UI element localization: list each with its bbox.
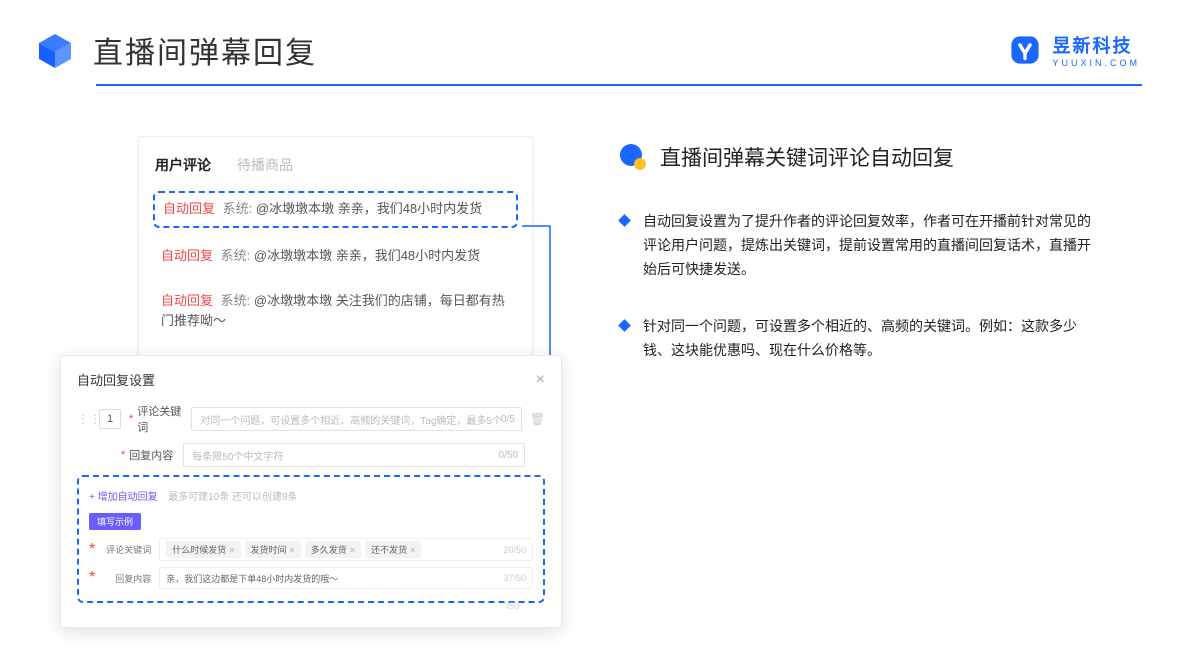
add-hint: 最多可建10条 还可以创建9条	[168, 492, 297, 503]
trailing-count: /50	[77, 601, 545, 611]
diamond-bullet-icon	[618, 320, 631, 333]
delete-icon[interactable]: 🗑	[530, 412, 545, 426]
brand-logo-icon	[1008, 33, 1042, 67]
tags-container: 什么时候发货× 发货时间×多久发货×还不发货×	[166, 541, 425, 558]
page-title: 直播间弹幕回复	[93, 28, 317, 72]
comment-row-highlighted: 自动回复 系统: @冰墩墩本墩 亲亲，我们48小时内发货	[153, 191, 518, 228]
tag-remove-icon[interactable]: ×	[350, 545, 355, 555]
bullet-item: 针对同一个问题，可设置多个相近的、高频的关键词。例如：这款多少钱、这块能优惠吗、…	[620, 315, 1140, 363]
cube-icon	[35, 30, 75, 70]
content-placeholder: 每条限50个中文字符	[192, 448, 283, 463]
keyword-input[interactable]: 对同一个问题，可设置多个相近、高频的关键词，Tag确定，最多5个 0/5	[191, 407, 521, 431]
example-content-row: * 回复内容 亲，我们这边都是下单48小时内发货的哦～ 37/50	[89, 567, 533, 589]
brand-name: 昱新科技	[1052, 32, 1140, 58]
comment-row: 自动回复 系统: @冰墩墩本墩 关注我们的店铺，每日都有热门推荐呦～	[153, 285, 518, 339]
tab-pending-products[interactable]: 待播商品	[237, 155, 293, 175]
auto-reply-badge: 自动回复	[161, 248, 213, 263]
example-label: 填写示例	[89, 513, 141, 530]
modal-title: 自动回复设置	[77, 370, 155, 389]
ex-keyword-count: 20/50	[503, 545, 526, 555]
keyword-label: 评论关键词	[137, 403, 191, 435]
keyword-placeholder: 对同一个问题，可设置多个相近、高频的关键词，Tag确定，最多5个	[200, 412, 502, 427]
auto-reply-settings-modal: 自动回复设置 × ⋮⋮ 1 * 评论关键词 对同一个问题，可设置多个相近、高频的…	[60, 355, 562, 628]
diamond-bullet-icon	[618, 214, 631, 227]
comment-text: @冰墩墩本墩 亲亲，我们48小时内发货	[256, 201, 482, 216]
brand-sub: YUUXIN.COM	[1052, 58, 1140, 68]
comment-row: 自动回复 系统: @冰墩墩本墩 亲亲，我们48小时内发货	[153, 240, 518, 273]
ex-keyword-label: 评论关键词	[99, 543, 151, 556]
keyword-tag[interactable]: 什么时候发货×	[166, 541, 240, 558]
comment-text: @冰墩墩本墩 亲亲，我们48小时内发货	[254, 248, 480, 263]
keyword-count: 0/5	[501, 414, 515, 425]
tag-remove-icon[interactable]: ×	[410, 545, 415, 555]
keyword-tag[interactable]: 多久发货×	[305, 541, 361, 558]
section-title: 直播间弹幕关键词评论自动回复	[660, 142, 954, 172]
tab-user-comments[interactable]: 用户评论	[155, 155, 211, 175]
screenshot-area: 用户评论 待播商品 自动回复 系统: @冰墩墩本墩 亲亲，我们48小时内发货 自…	[60, 136, 560, 616]
section-head: 直播间弹幕关键词评论自动回复	[620, 142, 1140, 172]
example-keyword-row: * 评论关键词 什么时候发货× 发货时间×多久发货×还不发货× 20/50	[89, 538, 533, 561]
brand: 昱新科技 YUUXIN.COM	[1008, 32, 1140, 68]
ex-content-label: 回复内容	[99, 572, 151, 585]
required-mark: *	[129, 413, 133, 425]
bullet-text: 针对同一个问题，可设置多个相近的、高频的关键词。例如：这款多少钱、这块能优惠吗、…	[643, 315, 1103, 363]
ex-content-count: 37/50	[503, 573, 526, 583]
required-mark: *	[121, 449, 125, 461]
required-mark: *	[89, 541, 95, 559]
content-input[interactable]: 每条限50个中文字符 0/50	[183, 443, 525, 467]
bullet-item: 自动回复设置为了提升作者的评论回复效率，作者可在开播前针对常见的评论用户问题，提…	[620, 210, 1140, 281]
system-prefix: 系统:	[223, 201, 253, 216]
content-label: 回复内容	[129, 447, 183, 463]
add-auto-reply-link[interactable]: + 增加自动回复	[89, 492, 158, 503]
page-header: 直播间弹幕回复 昱新科技 YUUXIN.COM	[0, 0, 1180, 84]
ex-content-text: 亲，我们这边都是下单48小时内发货的哦～	[166, 572, 338, 585]
tag-remove-icon[interactable]: ×	[229, 545, 234, 555]
description-column: 直播间弹幕关键词评论自动回复 自动回复设置为了提升作者的评论回复效率，作者可在开…	[560, 136, 1140, 616]
keyword-tag[interactable]: 还不发货×	[365, 541, 421, 558]
close-icon[interactable]: ×	[536, 371, 545, 389]
auto-reply-badge: 自动回复	[163, 201, 215, 216]
required-mark: *	[89, 569, 95, 587]
content-row: * 回复内容 每条限50个中文字符 0/50	[77, 443, 545, 467]
ex-content-box[interactable]: 亲，我们这边都是下单48小时内发货的哦～ 37/50	[159, 567, 533, 589]
keyword-tag[interactable]: 发货时间×	[245, 541, 301, 558]
section-dot-icon	[620, 144, 646, 170]
auto-reply-badge: 自动回复	[161, 293, 213, 308]
tag-remove-icon[interactable]: ×	[290, 545, 295, 555]
keyword-row: ⋮⋮ 1 * 评论关键词 对同一个问题，可设置多个相近、高频的关键词，Tag确定…	[77, 403, 545, 435]
example-frame: + 增加自动回复 最多可建10条 还可以创建9条 填写示例 * 评论关键词 什么…	[77, 475, 545, 603]
content-count: 0/50	[499, 450, 518, 461]
rule-number: 1	[99, 409, 121, 429]
system-prefix: 系统:	[221, 293, 251, 308]
system-prefix: 系统:	[221, 248, 251, 263]
bullet-text: 自动回复设置为了提升作者的评论回复效率，作者可在开播前针对常见的评论用户问题，提…	[643, 210, 1103, 281]
drag-handle-icon[interactable]: ⋮⋮	[77, 412, 91, 426]
ex-keyword-box[interactable]: 什么时候发货× 发货时间×多久发货×还不发货× 20/50	[159, 538, 533, 561]
